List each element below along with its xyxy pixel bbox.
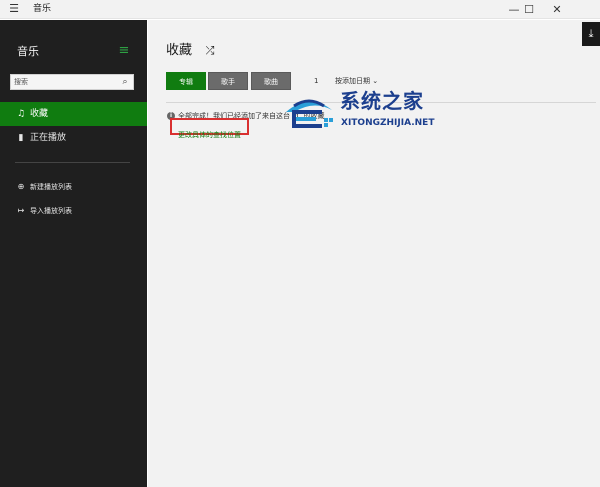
page-title: 收藏 <box>166 43 193 58</box>
watermark-text-en: XITONGZHIJIA.NET <box>341 118 435 128</box>
item-count: 1 <box>314 77 319 85</box>
title-bar: ☰ 音乐 — ☐ ✕ <box>0 0 600 19</box>
search-box[interactable]: ⌕ <box>10 74 134 90</box>
import-playlist-button[interactable]: ↦ 导入播放列表 <box>0 202 147 220</box>
tab-artists[interactable]: 歌手 <box>208 72 248 90</box>
shuffle-icon[interactable]: ⤮ <box>203 44 217 58</box>
window-title: 音乐 <box>33 4 52 14</box>
new-playlist-label: 新建播放列表 <box>30 183 72 191</box>
search-icon[interactable]: ⌕ <box>119 76 131 88</box>
import-playlist-label: 导入播放列表 <box>30 207 72 215</box>
music-note-icon: ♫ <box>16 109 26 119</box>
menu-icon[interactable]: ≡ <box>117 44 131 58</box>
sort-dropdown[interactable]: 按添加日期 ⌄ <box>335 76 378 86</box>
new-playlist-button[interactable]: ⊕ 新建播放列表 <box>0 178 147 196</box>
watermark-logo <box>286 99 333 128</box>
hamburger-icon[interactable]: ☰ <box>7 3 21 15</box>
add-circle-icon: ⊕ <box>17 182 25 191</box>
sidebar: 音乐 ≡ ⌕ ♫ 收藏 ▮ 正在播放 ⊕ 新建播放列表 ↦ 导入播放列表 <box>0 20 147 487</box>
search-input[interactable] <box>14 75 114 89</box>
nav-item-collection[interactable]: ♫ 收藏 <box>0 102 147 126</box>
watermark-text-cn: 系统之家 <box>340 89 424 113</box>
change-location-label: 更改具体的查找位置 <box>178 131 241 139</box>
nav-item-label: 正在播放 <box>30 133 67 143</box>
equalizer-icon: ▮ <box>18 133 24 143</box>
download-icon[interactable]: ⤓ <box>582 22 600 46</box>
sidebar-divider <box>15 162 130 163</box>
nav-item-now-playing[interactable]: ▮ 正在播放 <box>0 126 147 150</box>
nav-item-label: 收藏 <box>30 109 49 119</box>
maximize-button[interactable]: ☐ <box>515 0 543 19</box>
watermark: 系统之家 XITONGZHIJIA.NET <box>280 88 470 148</box>
close-button[interactable]: ✕ <box>543 0 571 19</box>
import-icon: ↦ <box>17 206 25 215</box>
change-location-link[interactable]: 更改具体的查找位置 <box>170 118 249 139</box>
app-name: 音乐 <box>17 45 39 58</box>
tab-albums[interactable]: 专辑 <box>166 72 206 90</box>
